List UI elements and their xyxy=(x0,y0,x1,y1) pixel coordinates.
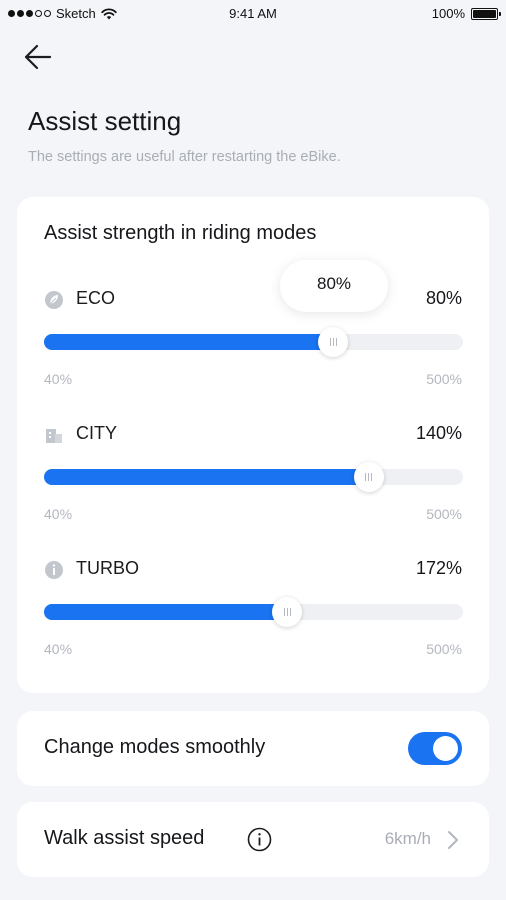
range-min: 40% xyxy=(44,506,73,522)
slider-track[interactable] xyxy=(44,327,463,357)
slider-thumb[interactable] xyxy=(272,597,303,627)
mode-value: 140% xyxy=(415,423,462,443)
walk-assist-label: Walk assist speed xyxy=(44,827,205,849)
assist-strength-heading: Assist strength in riding modes xyxy=(44,222,317,244)
mode-value: 80% xyxy=(425,288,462,308)
status-time: 9:41 AM xyxy=(229,6,277,21)
page-subtitle: The settings are useful after restarting… xyxy=(28,149,341,165)
slider-fill xyxy=(44,469,369,485)
battery-percent: 100% xyxy=(431,6,465,21)
status-right: 100% xyxy=(431,6,501,21)
back-arrow-icon[interactable] xyxy=(22,42,54,72)
walk-assist-value: 6km/h xyxy=(384,829,431,848)
page-title: Assist setting xyxy=(28,106,182,136)
range-min: 40% xyxy=(44,371,73,387)
mode-city: CITY 140% 40% 500% xyxy=(17,420,489,540)
eco-value-tooltip: 80% xyxy=(280,260,388,312)
mode-label: TURBO xyxy=(76,558,139,578)
range-max: 500% xyxy=(426,506,462,522)
building-icon xyxy=(46,429,62,443)
slider-track[interactable] xyxy=(44,462,463,492)
battery-icon xyxy=(471,7,501,20)
leaf-icon xyxy=(45,291,63,309)
mode-label: CITY xyxy=(76,423,118,443)
range-max: 500% xyxy=(426,641,462,657)
range-max: 500% xyxy=(426,371,462,387)
turbo-icon xyxy=(45,561,63,579)
smooth-mode-toggle[interactable] xyxy=(408,732,462,765)
chevron-right-icon xyxy=(448,831,458,849)
assist-strength-card: Assist strength in riding modes ECO 80% … xyxy=(17,197,489,693)
info-icon[interactable] xyxy=(247,827,272,852)
status-bar: Sketch 9:41 AM 100% xyxy=(0,0,506,28)
slider-fill xyxy=(44,334,334,350)
smooth-mode-card: Change modes smoothly xyxy=(17,711,489,786)
mode-eco: ECO 80% 40% 500% xyxy=(17,285,489,405)
toggle-knob xyxy=(433,736,458,761)
slider-thumb[interactable] xyxy=(318,327,349,357)
slider-track[interactable] xyxy=(44,597,463,627)
mode-turbo: TURBO 172% 40% 500% xyxy=(17,555,489,675)
slider-thumb[interactable] xyxy=(353,462,384,492)
walk-assist-card[interactable]: Walk assist speed 6km/h xyxy=(17,802,489,877)
mode-label: ECO xyxy=(76,288,116,308)
smooth-mode-label: Change modes smoothly xyxy=(44,736,266,758)
slider-fill xyxy=(44,604,288,620)
range-min: 40% xyxy=(44,641,73,657)
mode-value: 172% xyxy=(415,558,462,578)
